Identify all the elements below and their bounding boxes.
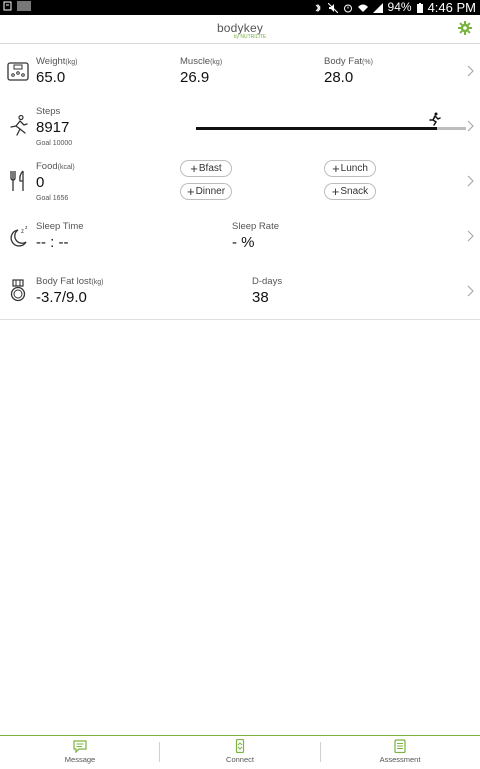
- sleep-rate-value: - %: [232, 234, 255, 251]
- notification-icon: [3, 1, 12, 11]
- phone-sync-icon: [235, 739, 245, 753]
- bodyfat-lost-value: -3.7/9.0: [36, 289, 87, 306]
- bodyfat-label: Body Fat(%): [324, 56, 373, 67]
- clipboard-icon: [394, 739, 406, 753]
- sleep-row[interactable]: z z Sleep Time -- : -- Sleep Rate - %: [0, 209, 480, 265]
- alarm-icon: [343, 4, 352, 12]
- steps-value: 8917: [36, 119, 70, 136]
- svg-text:z: z: [21, 229, 24, 235]
- muscle-value: 26.9: [180, 69, 210, 86]
- signal-icon: [372, 2, 383, 13]
- clock-time: 4:46 PM: [427, 0, 476, 15]
- chevron-right-icon: [467, 230, 474, 242]
- food-goal: Goal 1656: [36, 195, 69, 202]
- sleep-rate-label: Sleep Rate: [232, 221, 280, 232]
- scale-icon: [7, 62, 29, 81]
- tab-connect[interactable]: Connect: [160, 736, 320, 769]
- sleep-time-value: -- : --: [36, 234, 69, 251]
- food-row[interactable]: Food(kcal) 0 Goal 1656 + Bfast + Lunch + Di…: [0, 154, 480, 210]
- bluetooth-icon: [315, 3, 321, 12]
- steps-progress-fill: [196, 127, 437, 130]
- body-composition-row[interactable]: Weight(kg) 65.0 Muscle(kg) 26.9 Body Fat…: [0, 44, 480, 100]
- medal-icon: [10, 279, 26, 302]
- weight-label: Weight(kg): [36, 56, 78, 67]
- ddays-value: 38: [252, 289, 269, 306]
- running-person-icon: [10, 114, 28, 136]
- chevron-right-icon: [467, 120, 474, 132]
- chevron-right-icon: [467, 175, 474, 187]
- bodyfat-lost-label: Body Fat lost(kg): [36, 276, 104, 287]
- weight-value: 65.0: [36, 69, 66, 86]
- food-value: 0: [36, 174, 45, 191]
- tab-assessment[interactable]: Assessment: [320, 736, 480, 769]
- battery-icon: [416, 2, 423, 13]
- runner-marker-icon: [429, 112, 441, 126]
- food-label: Food(kcal): [36, 161, 75, 172]
- fork-knife-icon: [10, 170, 24, 191]
- add-snack-button[interactable]: + Snack: [324, 183, 376, 200]
- steps-progress-bar: [196, 127, 466, 130]
- muscle-label: Muscle(kg): [180, 56, 223, 67]
- goal-progress-row[interactable]: Body Fat lost(kg) -3.7/9.0 D-days 38: [0, 264, 480, 320]
- tab-message[interactable]: Message: [0, 736, 160, 769]
- status-bar: 94% 4:46 PM: [0, 0, 480, 15]
- mute-icon: [327, 2, 338, 13]
- bottom-tab-bar: Message Connect Assessment: [0, 735, 480, 769]
- svg-text:z: z: [25, 225, 28, 231]
- gear-icon[interactable]: [458, 21, 472, 35]
- battery-percent: 94%: [387, 0, 412, 14]
- sleep-moon-icon: z z: [10, 225, 28, 247]
- logo-subtext: by NUTRILITE: [233, 34, 267, 40]
- sleep-time-label: Sleep Time: [36, 221, 84, 232]
- bodykey-logo: bodykey by NUTRILITE: [0, 19, 480, 40]
- tab-connect-label: Connect: [226, 755, 254, 764]
- tab-message-label: Message: [64, 755, 96, 764]
- tab-assessment-label: Assessment: [379, 755, 421, 764]
- logo-text: bodykey: [216, 21, 264, 35]
- add-lunch-button[interactable]: + Lunch: [324, 160, 376, 177]
- chevron-right-icon: [467, 285, 474, 297]
- message-icon: [73, 740, 87, 753]
- image-notification-icon: [17, 1, 31, 11]
- wifi-icon: [357, 4, 368, 12]
- steps-label: Steps: [36, 106, 61, 117]
- ddays-label: D-days: [252, 276, 283, 287]
- steps-goal: Goal 10000: [36, 140, 73, 147]
- chevron-right-icon: [467, 65, 474, 77]
- bodyfat-value: 28.0: [324, 69, 354, 86]
- add-dinner-button[interactable]: + Dinner: [180, 183, 232, 200]
- app-header: bodykey by NUTRILITE: [0, 15, 480, 44]
- add-breakfast-button[interactable]: + Bfast: [180, 160, 232, 177]
